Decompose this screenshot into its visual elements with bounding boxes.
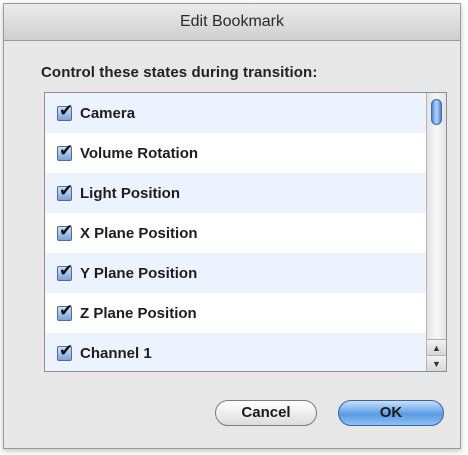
- states-list-rows: ✔ Camera ✔ Volume Rotation ✔ Light Posit…: [45, 93, 428, 371]
- state-checkbox[interactable]: ✔: [57, 221, 73, 241]
- instruction-label: Control these states during transition:: [41, 64, 318, 81]
- checkmark-icon: ✔: [59, 340, 74, 360]
- list-item[interactable]: ✔ Z Plane Position: [45, 293, 428, 333]
- state-label: Light Position: [80, 184, 180, 202]
- list-item[interactable]: ✔ Volume Rotation: [45, 133, 428, 173]
- state-checkbox[interactable]: ✔: [57, 341, 73, 361]
- checkmark-icon: ✔: [59, 140, 74, 160]
- checkmark-icon: ✔: [59, 180, 74, 200]
- checkmark-icon: ✔: [59, 100, 74, 120]
- states-list[interactable]: ✔ Camera ✔ Volume Rotation ✔ Light Posit…: [44, 92, 447, 372]
- dialog-title: Edit Bookmark: [4, 4, 460, 41]
- vertical-scrollbar[interactable]: ▲ ▼: [426, 93, 446, 371]
- list-item[interactable]: ✔ Camera: [45, 93, 428, 133]
- state-label: Z Plane Position: [80, 304, 197, 322]
- state-label: Y Plane Position: [80, 264, 198, 282]
- state-label: Camera: [80, 104, 136, 122]
- checkmark-icon: ✔: [59, 260, 74, 280]
- checkmark-icon: ✔: [59, 300, 74, 320]
- state-checkbox[interactable]: ✔: [57, 261, 73, 281]
- list-item[interactable]: ✔ Channel 1: [45, 333, 428, 371]
- state-checkbox[interactable]: ✔: [57, 141, 73, 161]
- scrollbar-thumb[interactable]: [431, 99, 442, 125]
- scroll-down-icon[interactable]: ▼: [427, 355, 446, 371]
- cancel-button[interactable]: Cancel: [215, 400, 317, 426]
- edit-bookmark-dialog: Edit Bookmark Control these states durin…: [3, 3, 461, 449]
- list-item[interactable]: ✔ X Plane Position: [45, 213, 428, 253]
- state-checkbox[interactable]: ✔: [57, 101, 73, 121]
- list-item[interactable]: ✔ Y Plane Position: [45, 253, 428, 293]
- list-item[interactable]: ✔ Light Position: [45, 173, 428, 213]
- state-label: X Plane Position: [80, 224, 198, 242]
- state-checkbox[interactable]: ✔: [57, 181, 73, 201]
- state-checkbox[interactable]: ✔: [57, 301, 73, 321]
- state-label: Channel 1: [80, 344, 152, 362]
- scroll-up-icon[interactable]: ▲: [427, 339, 446, 355]
- checkmark-icon: ✔: [59, 220, 74, 240]
- ok-button[interactable]: OK: [338, 400, 444, 426]
- state-label: Volume Rotation: [80, 144, 199, 162]
